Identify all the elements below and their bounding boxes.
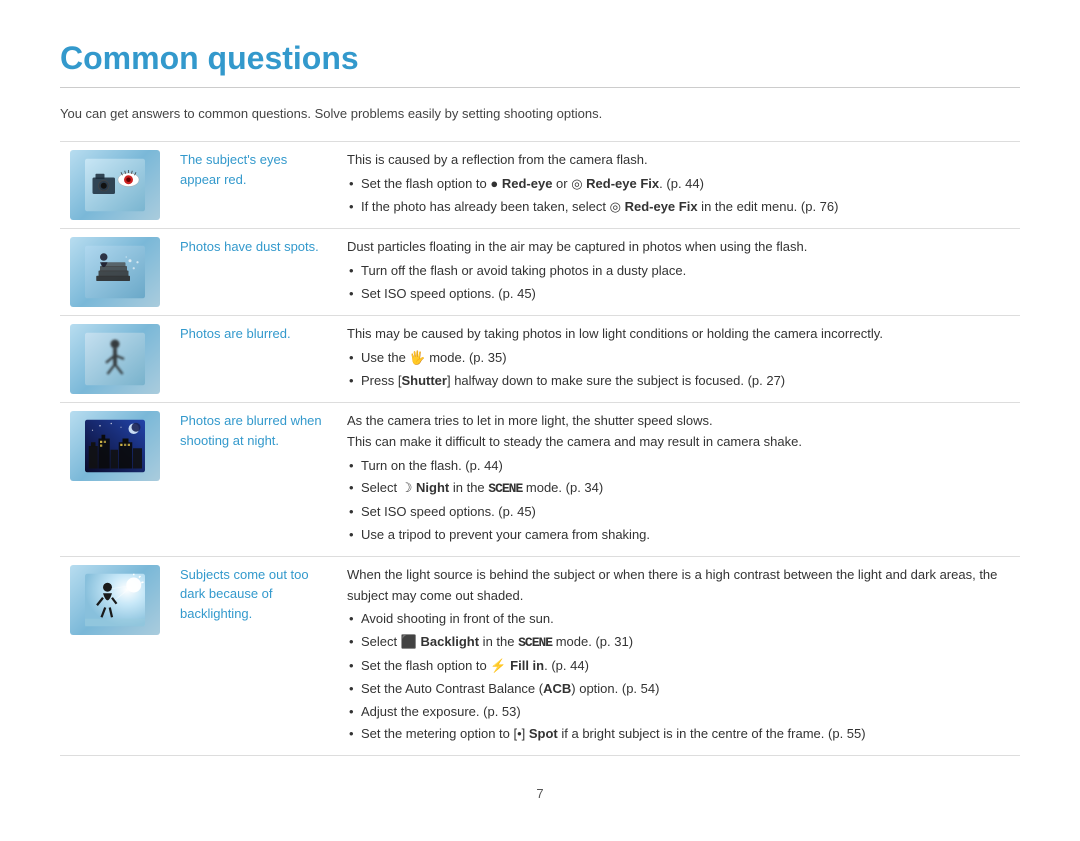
list-item: Press [Shutter] halfway down to make sur… <box>347 371 1008 392</box>
table-row: The subject's eyes appear red. This is c… <box>60 142 1020 229</box>
row-bullets: Set the flash option to ● Red-eye or ◎ R… <box>347 174 1008 218</box>
list-item: Set ISO speed options. (p. 45) <box>347 284 1008 305</box>
page-number: 7 <box>60 786 1020 801</box>
row-image <box>70 150 160 220</box>
row-label-cell: Photos are blurred when shooting at nigh… <box>170 403 335 557</box>
row-extra: This can make it difficult to steady the… <box>347 434 802 449</box>
title-divider <box>60 87 1020 88</box>
table-row: Subjects come out too dark because of ba… <box>60 556 1020 755</box>
row-label-cell: Photos have dust spots. <box>170 229 335 316</box>
row-image-cell <box>60 403 170 557</box>
table-row: Photos have dust spots. Dust particles f… <box>60 229 1020 316</box>
row-label-cell: The subject's eyes appear red. <box>170 142 335 229</box>
backlight-icon <box>85 570 145 630</box>
row-label: Photos are blurred. <box>180 326 291 341</box>
row-label-cell: Subjects come out too dark because of ba… <box>170 556 335 755</box>
row-content-cell: Dust particles floating in the air may b… <box>335 229 1020 316</box>
table-row: Photos are blurred. This may be caused b… <box>60 316 1020 403</box>
list-item: Set ISO speed options. (p. 45) <box>347 502 1008 523</box>
row-label: Subjects come out too dark because of ba… <box>180 567 309 621</box>
row-bullets: Turn on the flash. (p. 44) Select ☽ Nigh… <box>347 456 1008 546</box>
page-subtitle: You can get answers to common questions.… <box>60 106 1020 121</box>
night-icon <box>85 416 145 476</box>
page-title: Common questions <box>60 40 1020 77</box>
list-item: Adjust the exposure. (p. 53) <box>347 702 1008 723</box>
row-bullets: Use the 🖐 mode. (p. 35) Press [Shutter] … <box>347 348 1008 392</box>
row-content-cell: This is caused by a reflection from the … <box>335 142 1020 229</box>
list-item: Turn off the flash or avoid taking photo… <box>347 261 1008 282</box>
row-image-cell <box>60 316 170 403</box>
table-row: Photos are blurred when shooting at nigh… <box>60 403 1020 557</box>
row-label: Photos have dust spots. <box>180 239 319 254</box>
row-label: Photos are blurred when shooting at nigh… <box>180 413 322 448</box>
row-content-cell: As the camera tries to let in more light… <box>335 403 1020 557</box>
list-item: Set the flash option to ⚡ Fill in. (p. 4… <box>347 656 1008 677</box>
row-image-cell <box>60 556 170 755</box>
list-item: If the photo has already been taken, sel… <box>347 197 1008 218</box>
row-image-cell <box>60 229 170 316</box>
eye-icon <box>85 155 145 215</box>
row-bullets: Turn off the flash or avoid taking photo… <box>347 261 1008 305</box>
row-image <box>70 237 160 307</box>
row-image <box>70 324 160 394</box>
list-item: Turn on the flash. (p. 44) <box>347 456 1008 477</box>
dust-icon <box>85 242 145 302</box>
row-image <box>70 565 160 635</box>
row-intro: This is caused by a reflection from the … <box>347 152 648 167</box>
row-intro: Dust particles floating in the air may b… <box>347 239 807 254</box>
row-content-cell: This may be caused by taking photos in l… <box>335 316 1020 403</box>
list-item: Avoid shooting in front of the sun. <box>347 609 1008 630</box>
list-item: Set the flash option to ● Red-eye or ◎ R… <box>347 174 1008 195</box>
list-item: Set the Auto Contrast Balance (ACB) opti… <box>347 679 1008 700</box>
list-item: Use a tripod to prevent your camera from… <box>347 525 1008 546</box>
list-item: Use the 🖐 mode. (p. 35) <box>347 348 1008 369</box>
list-item: Select ☽ Night in the SCENE mode. (p. 34… <box>347 478 1008 500</box>
row-label: The subject's eyes appear red. <box>180 152 287 187</box>
list-item: Select ⬛ Backlight in the SCENE mode. (p… <box>347 632 1008 654</box>
row-image <box>70 411 160 481</box>
row-image-cell <box>60 142 170 229</box>
questions-table: The subject's eyes appear red. This is c… <box>60 141 1020 756</box>
row-label-cell: Photos are blurred. <box>170 316 335 403</box>
row-intro: As the camera tries to let in more light… <box>347 413 713 428</box>
list-item: Set the metering option to [•] Spot if a… <box>347 724 1008 745</box>
row-intro: When the light source is behind the subj… <box>347 567 997 603</box>
row-content-cell: When the light source is behind the subj… <box>335 556 1020 755</box>
blur-icon <box>85 329 145 389</box>
row-intro: This may be caused by taking photos in l… <box>347 326 883 341</box>
row-bullets: Avoid shooting in front of the sun. Sele… <box>347 609 1008 745</box>
